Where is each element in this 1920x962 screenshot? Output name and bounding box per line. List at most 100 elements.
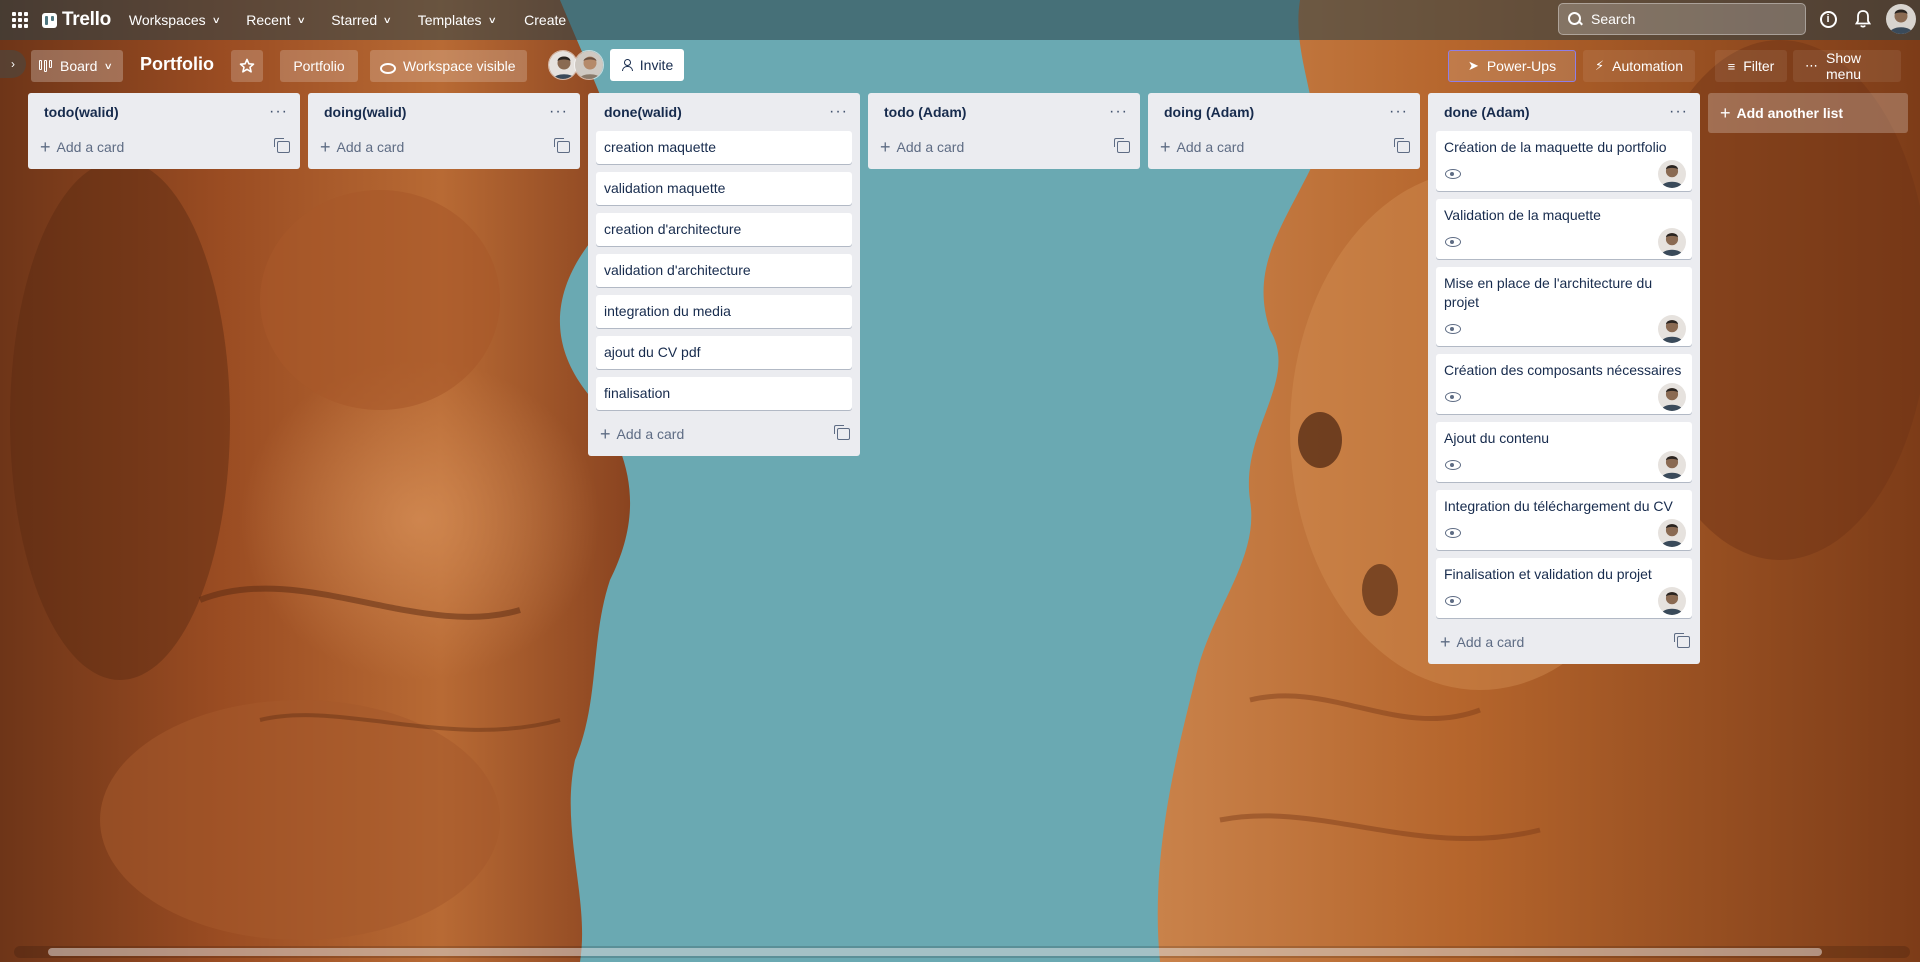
info-icon[interactable]: i [1818, 9, 1838, 29]
apps-grid-icon[interactable] [10, 10, 30, 30]
search-box[interactable] [1558, 3, 1806, 35]
list-menu-icon[interactable]: ··· [1389, 104, 1408, 120]
card[interactable]: Integration du téléchargement du CV [1436, 490, 1692, 550]
card-list: Création de la maquette du portfolio Val… [1428, 131, 1700, 618]
card[interactable]: integration du media [596, 295, 852, 328]
add-card-label: Add a card [336, 139, 405, 155]
card-member-avatar[interactable] [1658, 160, 1686, 188]
filter-icon: ≡ [1727, 58, 1736, 74]
add-person-icon [621, 59, 633, 71]
star-board-button[interactable] [231, 50, 263, 82]
card-title: Mise en place de l'architecture du proje… [1444, 275, 1653, 310]
nav-starred[interactable]: Starred ∨ [322, 6, 400, 34]
watching-eye-icon [1445, 392, 1461, 402]
card[interactable]: validation maquette [596, 172, 852, 205]
add-another-list-button[interactable]: + Add another list [1708, 93, 1908, 133]
list-title[interactable]: todo (Adam) [884, 104, 966, 120]
card-template-icon[interactable] [554, 138, 570, 153]
list-title[interactable]: done (Adam) [1444, 104, 1530, 120]
card[interactable]: Création des composants nécessaires [1436, 354, 1692, 414]
list-menu-icon[interactable]: ··· [1109, 104, 1128, 120]
card[interactable]: finalisation [596, 377, 852, 410]
card-template-icon[interactable] [834, 425, 850, 440]
chevron-down-icon: ∨ [382, 14, 393, 25]
card[interactable]: creation d'architecture [596, 213, 852, 246]
nav-recent[interactable]: Recent ∨ [237, 6, 313, 34]
list-menu-icon[interactable]: ··· [829, 104, 848, 120]
nav-workspaces[interactable]: Workspaces ∨ [120, 6, 228, 34]
workspace-button[interactable]: Portfolio [280, 50, 358, 82]
card-template-icon[interactable] [1394, 138, 1410, 153]
add-card-button[interactable]: + Add a card [1428, 626, 1700, 658]
card-title: validation maquette [604, 180, 726, 196]
card-title: Validation de la maquette [1444, 207, 1601, 223]
bell-icon[interactable] [1853, 9, 1873, 29]
card-template-icon[interactable] [1674, 633, 1690, 648]
card-title: creation maquette [604, 139, 717, 155]
plus-icon: + [40, 137, 51, 157]
show-menu-button[interactable]: ⋯ Show menu [1793, 50, 1901, 82]
list-done-walid[interactable]: done(walid) ··· creation maquette valida… [588, 93, 860, 456]
filter-button[interactable]: ≡ Filter [1715, 50, 1787, 82]
add-card-label: Add a card [1176, 139, 1245, 155]
add-card-button[interactable]: + Add a card [1148, 131, 1420, 163]
card[interactable]: Finalisation et validation du projet [1436, 558, 1692, 618]
list-title[interactable]: doing(walid) [324, 104, 406, 120]
card-template-icon[interactable] [1114, 138, 1130, 153]
card-badges [1444, 160, 1686, 188]
list-title[interactable]: todo(walid) [44, 104, 119, 120]
search-input[interactable] [1591, 11, 1791, 27]
card-title: validation d'architecture [604, 262, 751, 278]
invite-button[interactable]: Invite [610, 49, 684, 81]
list-todo-walid[interactable]: todo(walid) ··· + Add a card [28, 93, 300, 169]
list-menu-icon[interactable]: ··· [1669, 104, 1688, 120]
automation-button[interactable]: ⚡︎ Automation [1583, 50, 1695, 82]
trello-logo-icon [42, 12, 57, 28]
list-doing-adam[interactable]: doing (Adam) ··· + Add a card [1148, 93, 1420, 169]
list-title[interactable]: done(walid) [604, 104, 682, 120]
board-title[interactable]: Portfolio [140, 54, 214, 75]
card-member-avatar[interactable] [1658, 587, 1686, 615]
list-doing-walid[interactable]: doing(walid) ··· + Add a card [308, 93, 580, 169]
trello-logo[interactable]: Trello [42, 9, 111, 31]
list-menu-icon[interactable]: ··· [269, 104, 288, 120]
card-member-avatar[interactable] [1658, 383, 1686, 411]
card[interactable]: validation d'architecture [596, 254, 852, 287]
card-member-avatar[interactable] [1658, 519, 1686, 547]
create-button[interactable]: Create [512, 6, 578, 34]
card[interactable]: Ajout du contenu [1436, 422, 1692, 482]
card-member-avatar[interactable] [1658, 228, 1686, 256]
plus-icon: + [600, 424, 611, 444]
list-todo-adam[interactable]: todo (Adam) ··· + Add a card [868, 93, 1140, 169]
visibility-button[interactable]: Workspace visible [370, 50, 527, 82]
card[interactable]: Création de la maquette du portfolio [1436, 131, 1692, 191]
list-menu-icon[interactable]: ··· [549, 104, 568, 120]
add-card-button[interactable]: + Add a card [308, 131, 580, 163]
visibility-label: Workspace visible [403, 58, 516, 74]
nav-recent-label: Recent [246, 12, 291, 28]
filter-label: Filter [1743, 58, 1775, 74]
card[interactable]: ajout du CV pdf [596, 336, 852, 369]
list-done-adam[interactable]: done (Adam) ··· Création de la maquette … [1428, 93, 1700, 664]
sidebar-expand-button[interactable]: › [0, 50, 26, 78]
add-card-button[interactable]: + Add a card [588, 418, 860, 450]
add-card-button[interactable]: + Add a card [28, 131, 300, 163]
account-avatar[interactable] [1886, 4, 1916, 34]
board-header: › Board ∨ Portfolio Portfolio Workspace … [0, 40, 1920, 90]
card[interactable]: creation maquette [596, 131, 852, 164]
card-title: creation d'architecture [604, 221, 742, 237]
list-title[interactable]: doing (Adam) [1164, 104, 1254, 120]
horizontal-scrollbar[interactable] [14, 946, 1910, 958]
board-view-switcher[interactable]: Board ∨ [31, 50, 123, 82]
add-card-button[interactable]: + Add a card [868, 131, 1140, 163]
card-member-avatar[interactable] [1658, 451, 1686, 479]
nav-templates[interactable]: Templates ∨ [409, 6, 504, 34]
member-avatar[interactable] [574, 50, 604, 80]
watching-eye-icon [1445, 169, 1461, 179]
card-member-avatar[interactable] [1658, 315, 1686, 343]
card[interactable]: Mise en place de l'architecture du proje… [1436, 267, 1692, 346]
card[interactable]: Validation de la maquette [1436, 199, 1692, 259]
card-template-icon[interactable] [274, 138, 290, 153]
power-ups-button[interactable]: ➤ Power-Ups [1448, 50, 1576, 82]
scrollbar-thumb[interactable] [48, 948, 1822, 956]
